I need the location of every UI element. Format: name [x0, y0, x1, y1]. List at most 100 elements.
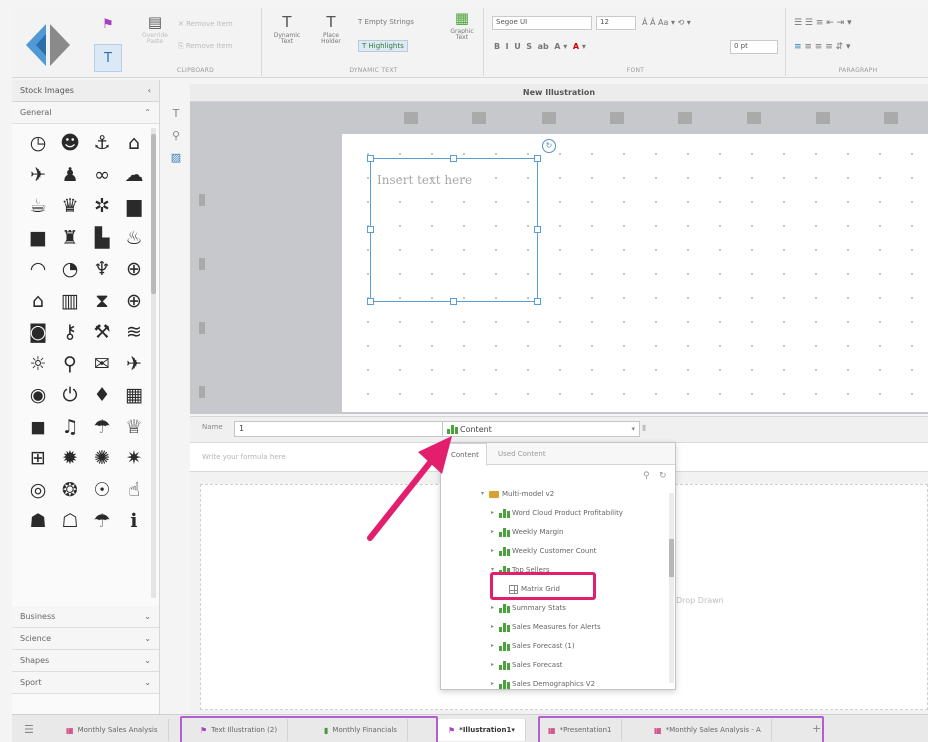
crown-icon[interactable]: ♕ [118, 412, 150, 444]
highlights-button[interactable]: T Highlights [358, 40, 408, 52]
resize-handle[interactable] [367, 155, 374, 162]
wrench-icon[interactable]: ⚒ [86, 317, 118, 349]
gift-icon[interactable]: ▦ [118, 380, 150, 412]
fire-icon[interactable]: ♨ [118, 223, 150, 255]
text-tool-icon[interactable]: T [162, 102, 190, 124]
font-size-controls[interactable]: Â Ǎ Aa ▾ ⟲ ▾ [642, 18, 691, 27]
category-shapes[interactable]: Shapes ⌄ [12, 650, 159, 672]
collapsed-arrow-icon[interactable]: ▸ [491, 618, 499, 636]
music-icon[interactable]: ♫ [54, 412, 86, 444]
graduation-cap-icon[interactable]: ♛ [54, 191, 86, 223]
dropdown-scrollbar[interactable] [669, 493, 674, 683]
rotate-handle-icon[interactable]: ↻ [542, 139, 556, 153]
virus-icon[interactable]: ✹ [54, 443, 86, 475]
network-icon[interactable]: ✲ [86, 191, 118, 223]
resize-handle[interactable] [367, 298, 374, 305]
info-icon[interactable]: ℹ [118, 506, 150, 538]
dynamic-text-button[interactable]: T Dynamic Text [270, 14, 304, 46]
diamond-icon[interactable]: ♦ [86, 380, 118, 412]
tree-item[interactable]: ▸ Weekly Margin [491, 523, 563, 541]
resize-handle[interactable] [450, 298, 457, 305]
letter-spacing-select[interactable]: 0 pt [730, 40, 778, 54]
collapsed-arrow-icon[interactable]: ▸ [491, 523, 499, 541]
shopping-bag-icon[interactable]: ◼ [22, 412, 54, 444]
head-icon[interactable]: ☻ [54, 128, 86, 160]
trophy-icon[interactable]: ♆ [86, 254, 118, 286]
collapsed-arrow-icon[interactable]: ▸ [491, 542, 499, 560]
target-icon[interactable]: ◎ [22, 475, 54, 507]
add-tab-icon[interactable]: + [812, 722, 821, 735]
collapsed-arrow-icon[interactable]: ▸ [491, 599, 499, 617]
layers-icon[interactable]: ≋ [118, 317, 150, 349]
lightbulb-icon[interactable]: ☼ [22, 349, 54, 381]
zoom-tool-icon[interactable]: ⚲ [162, 124, 190, 146]
clock-icon[interactable]: ◷ [22, 128, 54, 160]
font-style-controls[interactable]: B I U S ab A ▾ A ▾ [494, 42, 586, 51]
plane-icon[interactable]: ✈ [118, 349, 150, 381]
image-tool-icon[interactable]: ▨ [162, 146, 190, 168]
refresh-icon[interactable]: ↻ [659, 471, 667, 481]
alignment-controls[interactable]: ≡ ≡ ≡ ≡ ⇵ ▾ [794, 42, 851, 52]
placeholder-button[interactable]: T Place Holder [314, 14, 348, 46]
category-general[interactable]: General ⌃ [12, 102, 159, 124]
empty-strings-button[interactable]: T Empty Strings [358, 18, 414, 26]
content-options-icon[interactable]: ▮ [642, 423, 646, 432]
badge-icon[interactable]: ❂ [54, 475, 86, 507]
key-icon[interactable]: ⚷ [54, 317, 86, 349]
cloud-sun-icon[interactable]: ☁ [118, 160, 150, 192]
cart-icon[interactable]: ⊞ [22, 443, 54, 475]
power-button-icon[interactable]: ⏻ [54, 380, 86, 412]
building-icon[interactable]: ▥ [54, 286, 86, 318]
content-select[interactable]: Content ▾ [442, 421, 640, 437]
font-size-select[interactable]: 12 [596, 16, 636, 30]
expanded-arrow-icon[interactable]: ▾ [481, 485, 489, 503]
illustration-mode-icon[interactable]: ⚑ [94, 10, 122, 38]
coffee-icon[interactable]: ☕ [22, 191, 54, 223]
resize-handle[interactable] [534, 226, 541, 233]
category-sport[interactable]: Sport ⌄ [12, 672, 159, 694]
search-icon[interactable]: ⚲ [643, 471, 650, 481]
tree-item[interactable]: ▸ Sales Forecast (1) [491, 637, 575, 655]
menu-icon[interactable]: ☰ [24, 723, 34, 736]
document-tab[interactable]: ⚑ *Illustration1 ▾ [438, 719, 526, 741]
icon-scrollbar-thumb[interactable] [151, 134, 156, 294]
rain-cloud-icon[interactable]: ☂ [86, 412, 118, 444]
override-paste-button[interactable]: ▤ Override Paste [140, 14, 170, 46]
text-box[interactable]: Insert text here [370, 158, 538, 302]
power-icon[interactable]: ◉ [22, 380, 54, 412]
tree-item[interactable]: ▸ Weekly Customer Count [491, 542, 597, 560]
tree-item[interactable]: ▸ Summary Stats [491, 599, 566, 617]
home-icon[interactable]: ⌂ [22, 286, 54, 318]
collapsed-arrow-icon[interactable]: ▸ [491, 637, 499, 655]
speedometer-icon[interactable]: ◔ [54, 254, 86, 286]
bell-icon[interactable]: ♟ [54, 160, 86, 192]
tab-used-content[interactable]: Used Content [491, 443, 553, 465]
icon-scrollbar[interactable] [151, 128, 156, 598]
airplane-icon[interactable]: ✈ [22, 160, 54, 192]
globe-icon[interactable]: ⊕ [118, 254, 150, 286]
collapse-panel-icon[interactable]: ‹ [148, 86, 151, 95]
category-business[interactable]: Business ⌄ [12, 606, 159, 628]
gear-icon[interactable]: ✷ [118, 443, 150, 475]
resize-handle[interactable] [367, 226, 374, 233]
resize-handle[interactable] [534, 155, 541, 162]
hand-pointer-icon[interactable]: ☝ [118, 475, 150, 507]
location-pin-icon[interactable]: ⚲ [54, 349, 86, 381]
world-icon[interactable]: ⊕ [118, 286, 150, 318]
sun-icon[interactable]: ✺ [86, 443, 118, 475]
collapsed-arrow-icon[interactable]: ▸ [491, 504, 499, 522]
umbrella-icon[interactable]: ☂ [86, 506, 118, 538]
text-mode-icon[interactable]: T [94, 44, 122, 72]
briefcase-icon[interactable]: ■ [22, 223, 54, 255]
dome-icon[interactable]: ◠ [22, 254, 54, 286]
tree-item[interactable]: ▸ Word Cloud Product Profitability [491, 504, 623, 522]
tab-menu-icon[interactable]: ▾ [511, 726, 515, 734]
collapsed-arrow-icon[interactable]: ▸ [491, 656, 499, 674]
bank-icon[interactable]: ⌂ [118, 128, 150, 160]
handshake-icon[interactable]: ☉ [86, 475, 118, 507]
wine-icon[interactable]: ♜ [54, 223, 86, 255]
dropdown-scrollbar-thumb[interactable] [669, 539, 674, 577]
mail-icon[interactable]: ✉ [86, 349, 118, 381]
document-tab[interactable]: ▦ Monthly Sales Analysis [56, 719, 169, 741]
remove-item-button[interactable]: ✕ Remove Item [178, 20, 233, 28]
